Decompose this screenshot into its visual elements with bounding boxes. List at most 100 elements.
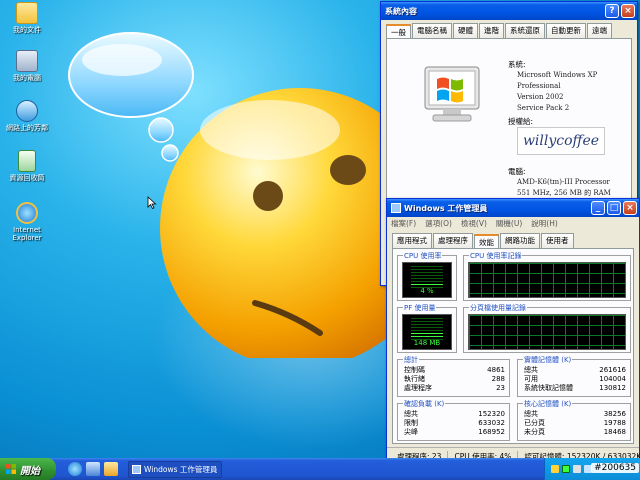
cpu-history-frame: CPU 使用率記錄 [463,251,631,301]
computer-icon [16,50,38,72]
computer-info-line: AMD-K6(tm)-III Processor [517,178,610,186]
system-info: Microsoft Windows XP Professional Versio… [517,70,597,114]
desktop-icon-my-computer[interactable]: 我的電腦 [4,50,50,82]
menu-view[interactable]: 檢視(V) [461,218,487,229]
physical-memory-row: 總共 261616 [524,366,626,374]
pf-usage-value: 148 MB [413,339,441,347]
cpu-usage-value: 4 % [420,287,434,295]
task-manager-icon [391,203,401,213]
start-label: 開始 [20,465,40,477]
tray-network-icon[interactable] [573,465,581,473]
tab-users[interactable]: 使用者 [541,233,574,248]
menu-file[interactable]: 檔案(F) [391,218,416,229]
tab-system-restore[interactable]: 系統還原 [505,23,545,38]
wallpaper-thought-bubble [68,32,194,162]
licensed-to-label: 授權給: [508,117,534,126]
system-info-line: Microsoft Windows XP [517,71,598,79]
computer-label: 電腦: [508,167,526,176]
desktop-icon-my-documents[interactable]: 我的文件 [4,2,50,34]
totals-frame: 總計 控制碼 4861 執行緒 288 處理程序 23 [397,355,510,397]
task-manager-titlebar[interactable]: Windows 工作管理員 _ □ × [387,199,639,217]
image-id-watermark: #200635 [591,463,639,473]
tab-advanced[interactable]: 進階 [479,23,504,38]
tab-processes[interactable]: 處理程序 [433,233,473,248]
task-manager-window: Windows 工作管理員 _ □ × 檔案(F) 選項(O) 檢視(V) 關機… [386,198,640,462]
window-title: 系統內容 [385,6,417,16]
pf-usage-frame: PF 使用量 148 MB [397,303,457,353]
totals-row: 控制碼 4861 [404,366,505,374]
system-label: 系統: [508,60,526,69]
cpu-history-graph [468,262,626,298]
desktop-icon-label: 網路上的芳鄰 [6,124,48,132]
kernel-memory-title: 核心記憶體 (K) [523,399,573,409]
kernel-memory-frame: 核心記憶體 (K) 總共 38256 已分頁 19788 未分頁 18468 [517,399,631,441]
commit-charge-title: 確認負載 (K) [403,399,446,409]
tab-general[interactable]: 一般 [386,24,411,39]
tab-performance[interactable]: 效能 [474,234,499,249]
minimize-button[interactable]: _ [591,201,605,215]
system-properties-tabs: 一般 電腦名稱 硬體 進階 系統還原 自動更新 遠端 [381,20,637,39]
menu-help[interactable]: 說明(H) [531,218,558,229]
windows-flag-icon [6,464,16,474]
totals-row: 執行緒 288 [404,375,505,383]
quicklaunch-media-player-icon[interactable] [104,462,118,476]
cpu-meter-fill [411,284,443,286]
task-manager-tabs: 應用程式 處理程序 效能 網路功能 使用者 [387,230,639,249]
pf-history-graph [468,314,626,350]
computer-info: AMD-K6(tm)-III Processor 551 MHz, 256 MB… [517,177,611,199]
help-button[interactable]: ? [605,4,619,18]
performance-tab-panel: CPU 使用率 4 % CPU 使用率記錄 PF 使用量 148 MB 分頁檔使… [392,248,634,444]
desktop-icon-recycle-bin[interactable]: 資源回收筒 [4,150,50,182]
window-title: Windows 工作管理員 [404,203,488,213]
desktop-icon-label: 我的文件 [13,26,41,34]
windows-xp-logo-icon [424,66,480,122]
desktop-icon-internet-explorer[interactable]: Internet Explorer [4,202,50,242]
tray-security-icon[interactable] [551,465,559,473]
tab-applications[interactable]: 應用程式 [392,233,432,248]
cpu-usage-frame: CPU 使用率 4 % [397,251,457,301]
quicklaunch-internet-explorer-icon[interactable] [68,462,82,476]
registered-user-name: willycoffee [517,127,605,155]
physical-memory-title: 實體記憶體 (K) [523,355,573,365]
cpu-usage-title: CPU 使用率 [403,251,443,261]
kernel-memory-row: 已分頁 19788 [524,419,626,427]
desktop-icon-label: Internet Explorer [12,226,42,242]
kernel-memory-row: 總共 38256 [524,410,626,418]
desktop-icon-network[interactable]: 網路上的芳鄰 [4,100,50,132]
system-info-line: Version 2002 [517,93,564,101]
quicklaunch-show-desktop-icon[interactable] [86,462,100,476]
tab-remote[interactable]: 遠端 [587,23,612,38]
cpu-usage-meter: 4 % [402,262,452,298]
cpu-history-title: CPU 使用率記錄 [469,251,523,261]
desktop-icon-label: 資源回收筒 [9,174,45,182]
commit-charge-row: 限制 633032 [404,419,505,427]
pf-usage-meter: 148 MB [402,314,452,350]
task-manager-icon [132,464,141,474]
tab-computer-name[interactable]: 電腦名稱 [412,23,452,38]
menu-shutdown[interactable]: 關機(U) [496,218,522,229]
pf-history-title: 分頁檔使用量記錄 [469,303,527,313]
tab-hardware[interactable]: 硬體 [453,23,478,38]
taskbar-button-label: Windows 工作管理員 [144,464,218,474]
maximize-button[interactable]: □ [607,201,621,215]
pf-usage-title: PF 使用量 [403,303,437,313]
tab-networking[interactable]: 網路功能 [500,233,540,248]
physical-memory-row: 可用 104004 [524,375,626,383]
taskbar: 開始 Windows 工作管理員 [0,458,640,480]
taskbar-button-task-manager[interactable]: Windows 工作管理員 [128,460,222,478]
totals-row: 處理程序 23 [404,384,505,392]
close-button[interactable]: × [623,201,637,215]
menu-bar: 檔案(F) 選項(O) 檢視(V) 關機(U) 說明(H) [387,217,639,230]
pf-history-frame: 分頁檔使用量記錄 [463,303,631,353]
menu-options[interactable]: 選項(O) [425,218,452,229]
network-icon [16,100,38,122]
physical-memory-frame: 實體記憶體 (K) 總共 261616 可用 104004 系統快取記憶體 13081… [517,355,631,397]
start-button[interactable]: 開始 [0,458,56,480]
commit-charge-row: 尖峰 168952 [404,428,505,436]
system-properties-titlebar[interactable]: 系統內容 ? × [381,2,637,20]
system-info-line: Service Pack 2 [517,104,570,112]
tab-automatic-updates[interactable]: 自動更新 [546,23,586,38]
close-button[interactable]: × [621,4,635,18]
tray-task-manager-icon[interactable] [562,465,570,473]
desktop-icon-label: 我的電腦 [13,74,41,82]
